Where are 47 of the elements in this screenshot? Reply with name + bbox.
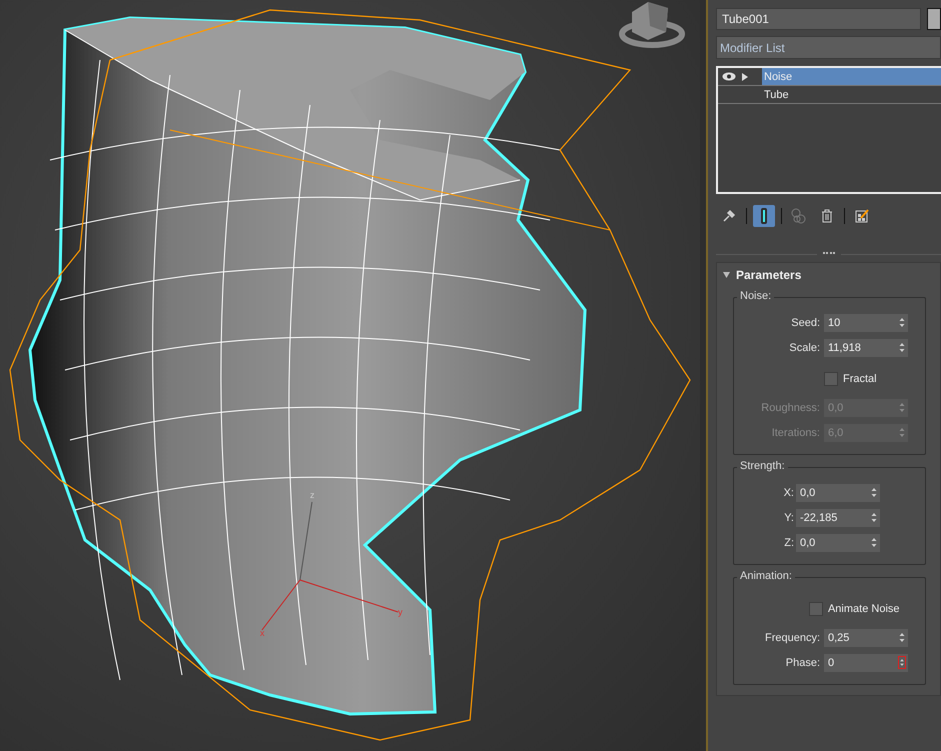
spinner-arrows-icon[interactable] [870,486,878,499]
view-cube-icon[interactable] [619,2,685,48]
object-color-swatch[interactable] [927,8,941,30]
spinner-field[interactable]: 0,0 [796,484,880,502]
circles-icon [791,208,807,224]
field-label: Iterations: [770,427,820,439]
field-label: Roughness: [761,402,820,414]
spinner-arrows-icon[interactable] [898,631,906,644]
field-label: Z: [784,537,794,549]
modifier-stack-item[interactable]: Tube [762,86,941,103]
eye-icon[interactable] [722,72,736,81]
trash-icon [821,209,833,223]
object-name-field[interactable]: Tube001 [716,8,921,30]
toolbar-button[interactable] [753,205,775,227]
spinner-arrows-icon[interactable] [898,656,906,669]
checkbox[interactable]: Animate Noise [808,602,900,616]
field-label: Seed: [790,317,820,329]
rollout-title[interactable]: Parameters [736,268,802,282]
field-label: Frequency: [764,632,820,644]
group-title: Strength: [737,460,788,472]
spinner-arrows-icon[interactable] [870,536,878,549]
field-label: Y: [784,512,794,524]
spinner-field[interactable]: 0 [824,654,908,672]
axis-label: z [310,490,314,500]
expand-triangle-icon[interactable] [742,72,748,80]
group-title: Animation: [737,570,795,582]
axis-label: x [260,628,264,638]
field-label: Scale: [788,342,820,354]
spinner-field[interactable]: 0,25 [824,629,908,647]
spinner-field[interactable]: 11,918 [824,339,908,357]
checkbox[interactable]: Fractal [824,372,877,386]
spinner-field[interactable]: 0,0 [796,534,880,552]
spinner-field[interactable]: -22,185 [796,509,880,527]
configure-sets-icon [855,209,869,223]
spinner-arrows-icon[interactable] [870,511,878,524]
grip-icon[interactable] [822,252,834,256]
collapse-triangle-icon[interactable] [723,272,730,278]
spinner-arrows-icon[interactable] [898,316,906,329]
spinner-field[interactable]: 10 [824,314,908,332]
tube-icon [759,207,769,225]
modifier-list-dropdown[interactable]: Modifier List [716,36,941,59]
field-label: X: [784,487,794,499]
field-label: Phase: [784,657,820,669]
group-title: Noise: [737,290,774,302]
modifier-stack-item[interactable]: Noise [762,68,941,85]
spinner-arrows-icon[interactable] [898,341,906,354]
axis-label: y [398,607,402,617]
